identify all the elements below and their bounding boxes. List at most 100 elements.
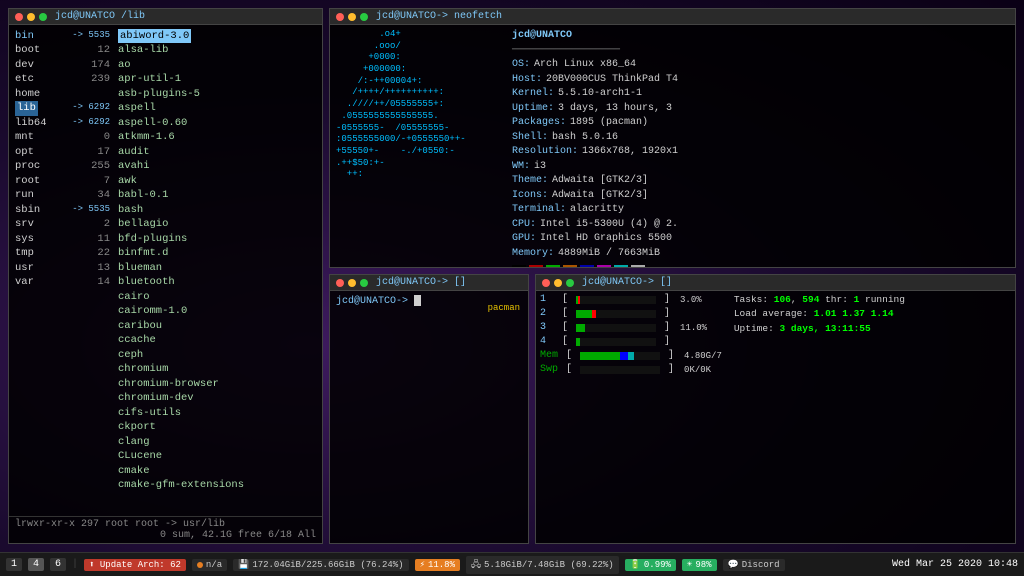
file-col-packages: abiword-3.0 alsa-lib ao apr-util-1 asb-p… <box>118 29 316 492</box>
file-row: cairo <box>118 290 316 304</box>
right-panels: jcd@UNATCO-> neofetch .o4+ .ooo/ +0000: … <box>329 8 1016 544</box>
htop-title: jcd@UNATCO-> [] <box>582 277 672 288</box>
close-icon <box>336 279 344 287</box>
color-block <box>546 265 560 268</box>
close-icon <box>15 13 23 21</box>
workspace-1[interactable]: 1 <box>6 558 22 571</box>
desktop: jcd@UNATCO /lib bin-> 5535 boot12 dev174… <box>0 0 1024 576</box>
terminal-left-content: bin-> 5535 boot12 dev174 etc239 home lib… <box>9 25 322 516</box>
file-row: ao <box>118 58 316 72</box>
file-row: blueman <box>118 261 316 275</box>
sysinfo-gpu: Intel HD Graphics 5500 <box>540 232 672 247</box>
terminal-mid[interactable]: jcd@UNATCO-> [] jcd@UNATCO-> pacman <box>329 274 529 544</box>
file-row: bin-> 5535 <box>15 29 110 43</box>
color-block <box>563 265 577 268</box>
sysinfo-wm: i3 <box>534 160 546 175</box>
taskbar-right: Wed Mar 25 2020 10:48 <box>892 559 1018 570</box>
terminal-left[interactable]: jcd@UNATCO /lib bin-> 5535 boot12 dev174… <box>8 8 323 544</box>
htop-content: 1 [ ] 3.0% <box>536 291 1015 543</box>
update-icon: ⬆ <box>89 560 94 570</box>
update-label: Update Arch: 62 <box>100 560 181 570</box>
cpu2-row: 2 [ ] <box>540 307 722 321</box>
sysinfo-icons: Adwaita [GTK2/3] <box>552 189 648 204</box>
color-block <box>614 265 628 268</box>
file-row: sys11 <box>15 232 110 246</box>
neofetch-title: jcd@UNATCO-> neofetch <box>376 11 502 22</box>
file-row: bluetooth <box>118 275 316 289</box>
file-row: clang <box>118 435 316 449</box>
file-row: run34 <box>15 188 110 202</box>
color-block <box>631 265 645 268</box>
file-row: chromium <box>118 362 316 376</box>
terminal-mid-titlebar: jcd@UNATCO-> [] <box>330 275 528 291</box>
file-row: aspell-0.60 <box>118 116 316 130</box>
cursor <box>414 295 421 306</box>
neofetch-titlebar: jcd@UNATCO-> neofetch <box>330 9 1015 25</box>
close-icon <box>542 279 550 287</box>
main-area: jcd@UNATCO /lib bin-> 5535 boot12 dev174… <box>0 0 1024 552</box>
taskbar-na-label: n/a <box>206 560 222 570</box>
taskbar-bat: 🔋 0.99% <box>625 559 676 571</box>
workspace-4[interactable]: 4 <box>28 558 44 571</box>
file-row: aspell <box>118 101 316 115</box>
file-row: caribou <box>118 319 316 333</box>
taskbar: 1 4 6 | ⬆ Update Arch: 62 n/a 💾 172.04Gi… <box>0 552 1024 576</box>
file-row: mnt0 <box>15 130 110 144</box>
file-row: ccache <box>118 333 316 347</box>
file-row: root7 <box>15 174 110 188</box>
file-row: home <box>15 87 110 101</box>
file-row: chromium-browser <box>118 377 316 391</box>
taskbar-storage: 💾 172.04GiB/225.66GiB (76.24%) <box>233 559 408 571</box>
sysinfo-user: jcd@UNATCO <box>512 29 1009 44</box>
maximize-icon <box>360 13 368 21</box>
orange-dot-icon <box>197 562 203 568</box>
file-row: etc239 <box>15 72 110 86</box>
cpu-icon: ⚡ <box>420 560 425 570</box>
cpu1-row: 1 [ ] 3.0% <box>540 293 722 307</box>
minimize-icon <box>348 13 356 21</box>
ascii-art: .o4+ .ooo/ +0000: +000000: /:-++00004+: … <box>336 29 506 268</box>
terminal-left-title: jcd@UNATCO /lib <box>55 11 145 22</box>
workspace-6[interactable]: 6 <box>50 558 66 571</box>
discord-icon: 💬 <box>728 560 739 570</box>
maximize-icon <box>566 279 574 287</box>
sysinfo-kernel: 5.5.10-arch1-1 <box>558 87 642 102</box>
terminal-neofetch[interactable]: jcd@UNATCO-> neofetch .o4+ .ooo/ +0000: … <box>329 8 1016 268</box>
sysinfo-cpu: Intel i5-5300U (4) @ 2. <box>540 218 678 233</box>
file-table: bin-> 5535 boot12 dev174 etc239 home lib… <box>15 29 316 492</box>
cpu4-row: 4 [ ] <box>540 335 722 349</box>
cpu-label: 11.8% <box>428 560 455 570</box>
brightness-icon: ☀ <box>687 560 692 570</box>
file-row: srv2 <box>15 217 110 231</box>
terminal-mid-prompt: jcd@UNATCO-> <box>336 296 421 307</box>
sysinfo-packages: 1895 (pacman) <box>570 116 648 131</box>
terminal-htop[interactable]: jcd@UNATCO-> [] 1 [ <box>535 274 1016 544</box>
terminal-mid-content: jcd@UNATCO-> <box>330 291 528 543</box>
sysinfo-host: 20BV000CUS ThinkPad T4 <box>546 73 678 88</box>
file-row: boot12 <box>15 43 110 57</box>
minimize-icon <box>27 13 35 21</box>
footer-right: 0 sum, 42.1G free 6/18 All <box>160 530 316 541</box>
terminal-mid-title: jcd@UNATCO-> [] <box>376 277 466 288</box>
file-row: lib64-> 6292 <box>15 116 110 130</box>
file-row: dev174 <box>15 58 110 72</box>
separator: | <box>72 559 78 570</box>
footer-left: lrwxr-xr-x 297 root root -> usr/lib <box>15 519 225 530</box>
file-row: chromium-dev <box>118 391 316 405</box>
mem-row: Mem [ ] 4.80G/7 <box>540 349 722 363</box>
pacman-label: pacman <box>488 303 520 313</box>
file-row: cmake <box>118 464 316 478</box>
minimize-icon <box>348 279 356 287</box>
file-row: var14 <box>15 275 110 289</box>
storage-label: 172.04GiB/225.66GiB (76.24%) <box>252 560 403 570</box>
color-block <box>580 265 594 268</box>
file-row: usr13 <box>15 261 110 275</box>
sysinfo-theme: Adwaita [GTK2/3] <box>552 174 648 189</box>
htop-tasks: Tasks: 106, 594 thr: 1 running Load aver… <box>734 293 905 377</box>
taskbar-discord[interactable]: 💬 Discord <box>723 559 785 571</box>
color-blocks <box>512 265 1009 268</box>
file-row: awk <box>118 174 316 188</box>
update-button[interactable]: ⬆ Update Arch: 62 <box>84 559 186 571</box>
file-row: atkmm-1.6 <box>118 130 316 144</box>
brightness-label: 98% <box>695 560 711 570</box>
